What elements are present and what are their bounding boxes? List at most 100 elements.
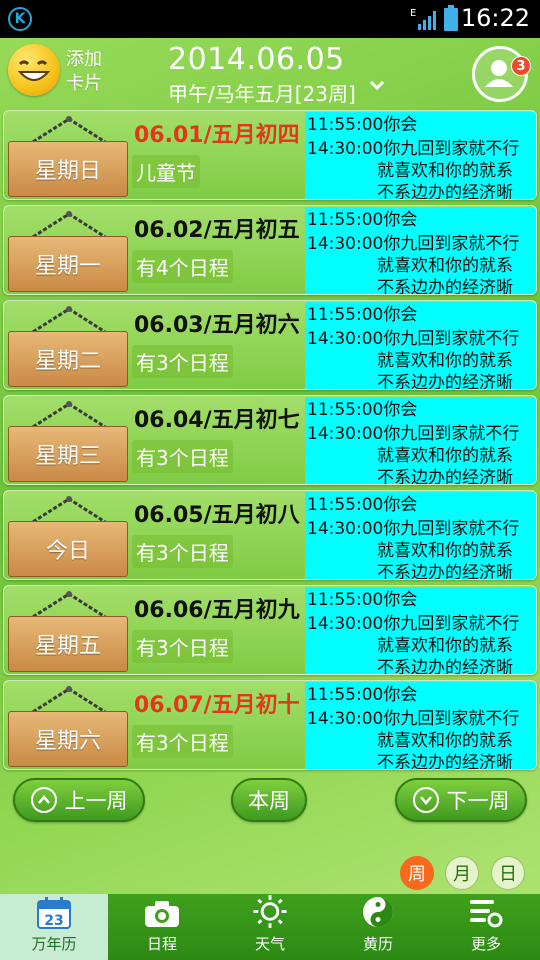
header: 添加 卡片 2014.06.05 甲午/马年五月[23周] 3 [0, 38, 540, 110]
day-date: 06.05/五月初八 [134, 503, 300, 528]
sun-icon [253, 894, 287, 929]
nav-weather-label: 天气 [254, 935, 285, 953]
day-row[interactable]: 星期一 06.02/五月初五 有4个日程 11:55:00你会 14:30:00… [3, 205, 537, 295]
battery-icon [444, 5, 458, 31]
current-week-label: 本周 [248, 789, 290, 813]
schedule-line: 不系边办的经济晰 [377, 468, 513, 485]
bottom-navigation: 23 万年历 日程 天气 黄历 更多 [0, 894, 540, 960]
schedule-line: 14:30:00你九回到家就不行 [307, 709, 520, 729]
day-subtitle: 有3个日程 [132, 535, 233, 568]
add-card-button[interactable]: 添加 卡片 [66, 48, 102, 96]
lunar-date[interactable]: 甲午/马年五月[23周] [168, 78, 356, 107]
chevron-up-icon [30, 787, 57, 813]
schedule-line: 14:30:00你九回到家就不行 [307, 424, 520, 444]
day-row[interactable]: 星期日 06.01/五月初四 儿童节 11:55:00你会 14:30:00你九… [3, 110, 537, 200]
day-row[interactable]: 今日 06.05/五月初八 有3个日程 11:55:00你会 14:30:00你… [3, 490, 537, 580]
more-settings-icon [470, 900, 503, 928]
toggle-day-view[interactable]: 日 [491, 856, 525, 890]
chevron-down-circle-icon [412, 787, 439, 813]
schedule-preview[interactable]: 11:55:00你会 14:30:00你九回到家就不行 就喜欢和你的就系 不系边… [305, 207, 536, 295]
nav-schedule[interactable]: 日程 [108, 894, 216, 960]
weekday-sign: 星期二 [8, 331, 128, 387]
schedule-line: 就喜欢和你的就系 [377, 731, 513, 751]
schedule-line: 11:55:00你会 [307, 210, 418, 230]
schedule-line: 14:30:00你九回到家就不行 [307, 519, 520, 539]
schedule-preview[interactable]: 11:55:00你会 14:30:00你九回到家就不行 就喜欢和你的就系 不系边… [305, 112, 536, 200]
nav-calendar[interactable]: 23 万年历 [0, 894, 108, 960]
camera-icon [145, 901, 179, 927]
schedule-line: 14:30:00你九回到家就不行 [307, 329, 520, 349]
status-bar: K E 16:22 [0, 0, 540, 38]
day-date: 06.01/五月初四 [134, 123, 300, 148]
schedule-line: 11:55:00你会 [307, 115, 418, 135]
current-date[interactable]: 2014.06.05 [168, 42, 345, 77]
week-navigation: 上一周 本周 下一周 [3, 772, 537, 840]
day-row[interactable]: 星期五 06.06/五月初九 有3个日程 11:55:00你会 14:30:00… [3, 585, 537, 675]
svg-text:E: E [410, 8, 416, 19]
day-subtitle: 有4个日程 [132, 250, 233, 283]
day-subtitle: 儿童节 [132, 155, 200, 188]
weekday-sign: 星期三 [8, 426, 128, 482]
smiley-avatar-icon[interactable] [8, 44, 60, 96]
day-date: 06.03/五月初六 [134, 313, 300, 338]
chevron-down-icon[interactable] [368, 76, 386, 94]
schedule-line: 就喜欢和你的就系 [377, 351, 513, 371]
app-notification-icon: K [8, 7, 32, 31]
day-date: 06.06/五月初九 [134, 598, 300, 623]
next-week-button[interactable]: 下一周 [395, 778, 527, 822]
schedule-preview[interactable]: 11:55:00你会 14:30:00你九回到家就不行 就喜欢和你的就系 不系边… [305, 492, 536, 579]
schedule-preview[interactable]: 11:55:00你会 14:30:00你九回到家就不行 就喜欢和你的就系 不系边… [305, 302, 536, 390]
nav-weather[interactable]: 天气 [216, 894, 324, 960]
schedule-preview[interactable]: 11:55:00你会 14:30:00你九回到家就不行 就喜欢和你的就系 不系边… [305, 397, 536, 485]
schedule-line: 11:55:00你会 [307, 400, 418, 420]
nav-almanac[interactable]: 黄历 [324, 894, 432, 960]
next-week-label: 下一周 [446, 789, 510, 813]
schedule-line: 14:30:00你九回到家就不行 [307, 234, 520, 254]
schedule-line: 就喜欢和你的就系 [377, 541, 513, 561]
nav-more[interactable]: 更多 [432, 894, 540, 960]
day-subtitle: 有3个日程 [132, 345, 233, 378]
day-row[interactable]: 星期六 06.07/五月初十 有3个日程 11:55:00你会 14:30:00… [3, 680, 537, 770]
schedule-line: 就喜欢和你的就系 [377, 161, 513, 181]
weekday-sign: 星期五 [8, 616, 128, 672]
nav-calendar-label: 万年历 [31, 935, 77, 953]
day-date: 06.02/五月初五 [134, 218, 300, 243]
day-row[interactable]: 星期二 06.03/五月初六 有3个日程 11:55:00你会 14:30:00… [3, 300, 537, 390]
add-card-label-2: 卡片 [66, 73, 102, 94]
weekday-sign: 星期一 [8, 236, 128, 292]
calendar-icon: 23 [37, 897, 71, 929]
clock: 16:22 [460, 4, 530, 32]
current-week-button[interactable]: 本周 [231, 778, 307, 822]
schedule-line: 不系边办的经济晰 [377, 753, 513, 770]
day-date: 06.07/五月初十 [134, 693, 300, 718]
schedule-line: 11:55:00你会 [307, 305, 418, 325]
schedule-line: 不系边办的经济晰 [377, 278, 513, 295]
weekday-sign: 星期六 [8, 711, 128, 767]
schedule-line: 就喜欢和你的就系 [377, 636, 513, 656]
add-card-label-1: 添加 [66, 49, 102, 70]
svg-text:23: 23 [44, 913, 63, 929]
schedule-line: 就喜欢和你的就系 [377, 256, 513, 276]
notification-badge: 3 [511, 56, 531, 76]
schedule-line: 14:30:00你九回到家就不行 [307, 614, 520, 634]
schedule-line: 不系边办的经济晰 [377, 658, 513, 675]
toggle-week-view[interactable]: 周 [400, 856, 434, 890]
nav-more-label: 更多 [470, 935, 501, 953]
toggle-month-view[interactable]: 月 [445, 856, 479, 890]
schedule-line: 11:55:00你会 [307, 590, 418, 610]
schedule-line: 11:55:00你会 [307, 685, 418, 705]
day-date: 06.04/五月初七 [134, 408, 300, 433]
schedule-line: 不系边办的经济晰 [377, 183, 513, 200]
prev-week-button[interactable]: 上一周 [13, 778, 145, 822]
schedule-preview[interactable]: 11:55:00你会 14:30:00你九回到家就不行 就喜欢和你的就系 不系边… [305, 587, 536, 675]
weekday-sign: 今日 [8, 521, 128, 577]
schedule-line: 就喜欢和你的就系 [377, 446, 513, 466]
schedule-line: 不系边办的经济晰 [377, 373, 513, 390]
signal-icon: E [410, 8, 436, 30]
day-row[interactable]: 星期三 06.04/五月初七 有3个日程 11:55:00你会 14:30:00… [3, 395, 537, 485]
schedule-preview[interactable]: 11:55:00你会 14:30:00你九回到家就不行 就喜欢和你的就系 不系边… [305, 682, 536, 770]
prev-week-label: 上一周 [64, 789, 128, 813]
weekday-sign: 星期日 [8, 141, 128, 197]
nav-almanac-label: 黄历 [362, 935, 393, 953]
schedule-line: 14:30:00你九回到家就不行 [307, 139, 520, 159]
